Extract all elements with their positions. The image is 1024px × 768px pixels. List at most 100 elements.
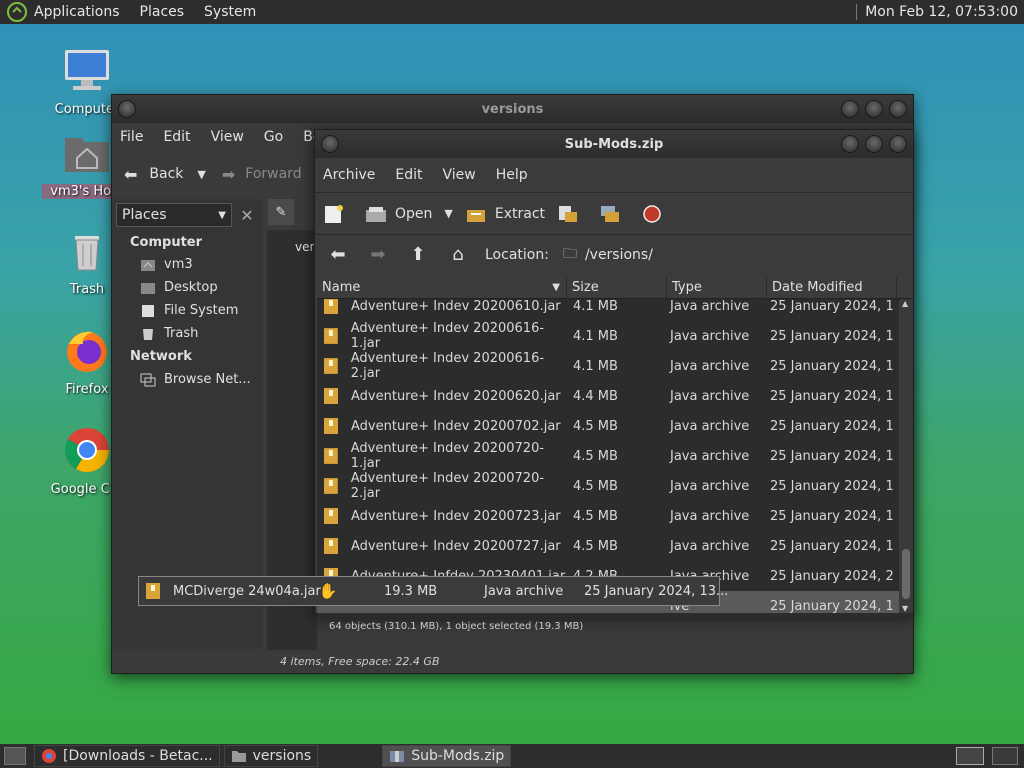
file-rows: Adventure+ Indev 20200610.jar 4.1 MB Java … [317, 299, 899, 613]
task-label: versions [252, 748, 312, 764]
add-folder-button[interactable] [599, 204, 629, 224]
system-menu[interactable]: System [204, 4, 256, 20]
menu-file[interactable]: File [120, 129, 143, 145]
up-arrow-icon[interactable]: ⬆ [405, 244, 431, 265]
sidebar-item-label: vm3 [164, 257, 193, 272]
column-header-name[interactable]: Name ▼ [317, 276, 567, 299]
sidebar-item-vm3[interactable]: vm3 [140, 257, 193, 272]
file-date: 25 January 2024, 2... [770, 568, 895, 584]
new-archive-button[interactable] [323, 204, 353, 224]
workspace-switcher[interactable] [956, 747, 984, 765]
archive-window: Sub-Mods.zip Archive Edit View Help Open… [314, 129, 914, 632]
computer-icon [65, 50, 109, 90]
back-arrow-icon[interactable]: ⬅ [124, 165, 137, 184]
location-field[interactable]: 🗀 /versions/ [563, 243, 653, 267]
add-files-icon [559, 205, 578, 222]
window-menu-button[interactable] [118, 100, 136, 118]
menu-go[interactable]: Go [264, 129, 283, 145]
stop-button[interactable] [641, 204, 671, 224]
workspace-switcher-2[interactable] [992, 747, 1018, 765]
trash-icon [75, 236, 99, 271]
close-sidebar-icon[interactable]: ✕ [236, 203, 258, 227]
trash-icon [143, 328, 153, 340]
file-date: 25 January 2024, 1... [770, 418, 895, 434]
close-button[interactable] [889, 135, 907, 153]
window-menu-button[interactable] [321, 135, 339, 153]
java-archive-icon [324, 508, 338, 524]
sidebar-item-trash[interactable]: Trash [140, 326, 198, 341]
clock[interactable]: Mon Feb 12, 07:53:00 [865, 4, 1018, 20]
sidebar-item-filesystem[interactable]: File System [140, 303, 238, 318]
forward-arrow-icon[interactable]: ➡ [365, 244, 391, 265]
archive-titlebar[interactable]: Sub-Mods.zip [315, 130, 913, 158]
menu-archive[interactable]: Archive [323, 167, 375, 183]
applications-menu[interactable]: Applications [34, 4, 120, 20]
extract-button[interactable]: Extract [465, 204, 545, 224]
column-header-size[interactable]: Size [567, 276, 667, 299]
chrome-icon [64, 428, 109, 472]
close-button[interactable] [889, 100, 907, 118]
minimize-button[interactable] [841, 135, 859, 153]
sidebar-item-desktop[interactable]: Desktop [140, 280, 218, 295]
menu-help[interactable]: Help [496, 167, 528, 183]
table-row[interactable]: Adventure+ Indev 20200620.jar 4.4 MB Java … [317, 381, 899, 411]
task-downloads[interactable]: [Downloads - Betac... [34, 745, 220, 767]
file-type: Java archive [670, 448, 750, 464]
forward-arrow-icon[interactable]: ➡ [222, 165, 235, 184]
sidebar-item-browse-network[interactable]: Browse Net... [140, 372, 251, 387]
table-row[interactable]: Adventure+ Indev 20200720-2.jar 4.5 MB Jav… [317, 471, 899, 501]
menu-edit[interactable]: Edit [395, 167, 422, 183]
scroll-down-icon[interactable]: ▼ [902, 604, 908, 613]
places-menu[interactable]: Places [140, 4, 185, 20]
forward-button[interactable]: Forward [245, 166, 301, 182]
open-button[interactable]: Open [365, 204, 432, 224]
scrollbar-thumb[interactable] [902, 549, 910, 599]
file-date: 25 January 2024, 1... [770, 508, 895, 524]
list-header: Name ▼ Size Type Date Modified [317, 276, 913, 299]
vertical-scrollbar[interactable]: ▲ ▼ [899, 299, 913, 613]
table-row[interactable]: Adventure+ Indev 20200723.jar 4.5 MB Java … [317, 501, 899, 531]
dragged-file-type: Java archive [484, 583, 564, 599]
back-history-dropdown-icon[interactable]: ▼ [197, 168, 205, 181]
edit-location-icon[interactable]: ✎ [268, 199, 294, 225]
file-date: 25 January 2024, 1... [770, 478, 895, 494]
archive-file-list: Name ▼ Size Type Date Modified Adventure… [317, 276, 913, 617]
new-archive-icon [325, 204, 343, 223]
menu-view[interactable]: View [211, 129, 244, 145]
panel-separator [856, 4, 858, 20]
column-header-date[interactable]: Date Modified [767, 276, 897, 299]
home-icon [141, 259, 155, 271]
table-row[interactable]: Adventure+ Indev 20200727.jar 4.5 MB Java … [317, 531, 899, 561]
home-icon[interactable]: ⌂ [445, 244, 471, 265]
scroll-up-icon[interactable]: ▲ [902, 299, 908, 308]
minimize-button[interactable] [841, 100, 859, 118]
file-size: 4.5 MB [573, 508, 618, 524]
open-dropdown[interactable]: ▼ [444, 207, 452, 220]
table-row[interactable]: Adventure+ Indev 20200720-1.jar 4.5 MB Jav… [317, 441, 899, 471]
column-header-type[interactable]: Type [667, 276, 767, 299]
file-date: 25 January 2024, 1... [770, 299, 895, 314]
table-row[interactable]: Adventure+ Indev 20200702.jar 4.5 MB Java … [317, 411, 899, 441]
menu-edit[interactable]: Edit [163, 129, 190, 145]
task-versions[interactable]: versions [223, 745, 319, 767]
table-row[interactable]: Adventure+ Indev 20200616-1.jar 4.1 MB Jav… [317, 321, 899, 351]
add-files-button[interactable] [557, 204, 587, 224]
back-arrow-icon[interactable]: ⬅ [325, 244, 351, 265]
show-desktop-icon[interactable] [4, 747, 26, 765]
location-value: /versions/ [584, 246, 653, 263]
dragged-file-row[interactable]: MCDiverge 24w04a.jar ✋ 19.3 MB Java arch… [138, 576, 728, 606]
column-label: Name [322, 279, 361, 295]
desktop-folder-icon [141, 282, 155, 294]
maximize-button[interactable] [865, 100, 883, 118]
versions-titlebar[interactable]: versions [112, 95, 913, 123]
mate-logo-icon[interactable] [6, 1, 28, 23]
table-row[interactable]: Adventure+ Indev 20200616-2.jar 4.1 MB Jav… [317, 351, 899, 381]
table-row[interactable]: Adventure+ Indev 20200610.jar 4.1 MB Java … [317, 299, 899, 321]
places-combo[interactable]: Places ▼ [116, 203, 232, 227]
chrome-icon [42, 749, 56, 763]
maximize-button[interactable] [865, 135, 883, 153]
task-submods[interactable]: Sub-Mods.zip [382, 745, 512, 767]
menu-view[interactable]: View [443, 167, 476, 183]
file-type: Java archive [670, 358, 750, 374]
back-button[interactable]: Back [149, 166, 183, 182]
